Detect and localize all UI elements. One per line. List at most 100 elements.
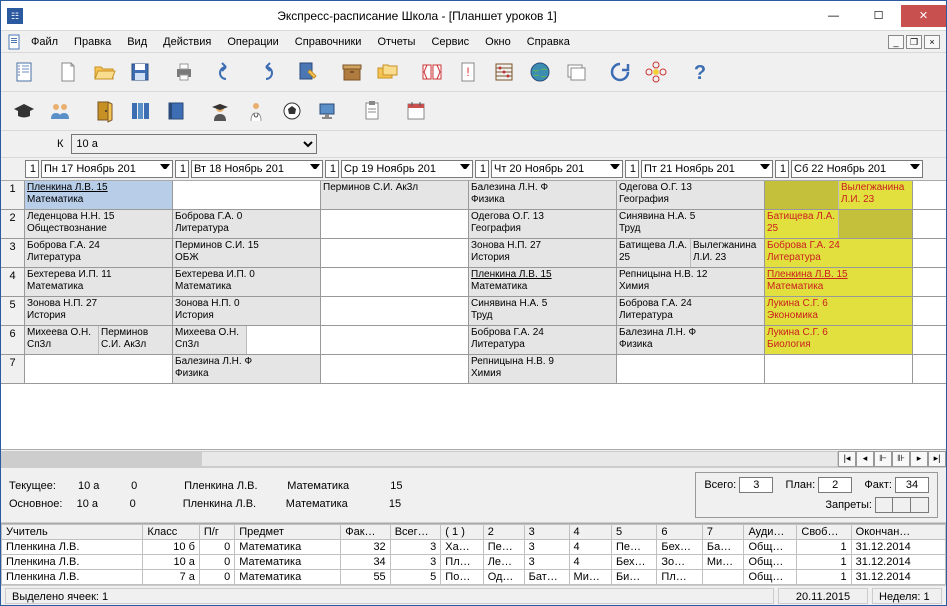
chevron-down-icon[interactable] bbox=[760, 164, 770, 174]
lesson-slot[interactable] bbox=[765, 181, 839, 209]
schedule-cell[interactable]: Батищева Л.А. 25Вылегжанина Л.И. 23 bbox=[617, 239, 765, 267]
new-icon[interactable] bbox=[51, 55, 85, 89]
table-header[interactable]: 4 bbox=[569, 525, 611, 540]
schedule-cell[interactable]: Боброва Г.А. 0Литература bbox=[173, 210, 321, 238]
lesson-slot[interactable]: Бехтерева И.П. 0Математика bbox=[173, 268, 320, 296]
lesson-slot[interactable] bbox=[321, 268, 468, 296]
scroll-next2-icon[interactable]: ⊪ bbox=[892, 451, 910, 467]
schedule-cell[interactable]: Пленкина Л.В. 15Математика bbox=[25, 181, 173, 209]
table-header[interactable]: 5 bbox=[611, 525, 656, 540]
lesson-slot[interactable]: Балезина Л.Н. ФФизика bbox=[617, 326, 764, 354]
day-date-picker-1[interactable]: Вт 18 Ноябрь 201 bbox=[191, 160, 323, 178]
schedule-cell[interactable]: Зонова Н.П. 0История bbox=[173, 297, 321, 325]
lesson-slot[interactable] bbox=[321, 326, 468, 354]
schedule-cell[interactable]: Боброва Г.А. 24Литература bbox=[765, 239, 913, 267]
day-num-input-4[interactable] bbox=[625, 160, 639, 178]
scroll-first-icon[interactable]: |◂ bbox=[838, 451, 856, 467]
menu-file-icon[interactable] bbox=[7, 34, 23, 50]
schedule-cell[interactable]: Балезина Л.Н. ФФизика bbox=[173, 355, 321, 383]
schedule-cell[interactable]: Вылегжанина Л.И. 23 bbox=[765, 181, 913, 209]
schedule-cell[interactable]: Зонова Н.П. 27История bbox=[469, 239, 617, 267]
table-header[interactable]: 6 bbox=[657, 525, 702, 540]
sports-icon[interactable] bbox=[275, 94, 309, 128]
window-icon[interactable] bbox=[559, 55, 593, 89]
open-icon[interactable] bbox=[87, 55, 121, 89]
lesson-slot[interactable]: Михеева О.Н. Сп3л bbox=[173, 326, 247, 354]
chevron-down-icon[interactable] bbox=[610, 164, 620, 174]
table-row[interactable]: Пленкина Л.В.7 а0Математика555По…Од…Бат…… bbox=[2, 570, 946, 585]
folders-icon[interactable] bbox=[371, 55, 405, 89]
notepad-icon[interactable] bbox=[7, 55, 41, 89]
chevron-down-icon[interactable] bbox=[310, 164, 320, 174]
lesson-slot[interactable]: Бехтерева И.П. 11Математика bbox=[25, 268, 172, 296]
lesson-slot[interactable]: Боброва Г.А. 24Литература bbox=[469, 326, 616, 354]
schedule-cell[interactable]: Боброва Г.А. 24Литература bbox=[25, 239, 173, 267]
schedule-cell[interactable]: Михеева О.Н. Сп3л bbox=[173, 326, 321, 354]
lesson-slot[interactable] bbox=[839, 210, 912, 238]
lesson-slot[interactable]: Зонова Н.П. 27История bbox=[469, 239, 616, 267]
lesson-slot[interactable]: Батищева Л.А. 25 bbox=[765, 210, 839, 238]
ban-cell-1[interactable] bbox=[875, 497, 893, 513]
schedule-cell[interactable]: Михеева О.Н. Сп3лПерминов С.И. Ак3л bbox=[25, 326, 173, 354]
day-num-input-1[interactable] bbox=[175, 160, 189, 178]
graduation-cap-icon[interactable] bbox=[7, 94, 41, 128]
edit-icon[interactable] bbox=[291, 55, 325, 89]
lesson-slot[interactable] bbox=[25, 355, 172, 383]
day-date-picker-4[interactable]: Пт 21 Ноябрь 201 bbox=[641, 160, 773, 178]
lesson-slot[interactable] bbox=[247, 326, 320, 354]
lesson-slot[interactable]: Леденцова Н.Н. 15Обществознание bbox=[25, 210, 172, 238]
scroll-prev-icon[interactable]: ◂ bbox=[856, 451, 874, 467]
books-icon[interactable] bbox=[123, 94, 157, 128]
maximize-button[interactable]: ☐ bbox=[856, 5, 901, 27]
lesson-slot[interactable]: Перминов С.И. Ак3л bbox=[99, 326, 172, 354]
lesson-slot[interactable] bbox=[617, 355, 764, 383]
schedule-cell[interactable]: Лукина С.Г. 6Биология bbox=[765, 326, 913, 354]
lesson-slot[interactable]: Одегова О.Г. 13География bbox=[469, 210, 616, 238]
lesson-slot[interactable]: Перминов С.И. Ак3л bbox=[321, 181, 468, 209]
chevron-down-icon[interactable] bbox=[910, 164, 920, 174]
mdi-restore-button[interactable]: ❐ bbox=[906, 35, 922, 49]
fact-field[interactable] bbox=[895, 477, 929, 493]
lesson-slot[interactable]: Репницына Н.В. 9Химия bbox=[469, 355, 616, 383]
schedule-cell[interactable]: Перминов С.И. Ак3л bbox=[321, 181, 469, 209]
clipboard-icon[interactable] bbox=[355, 94, 389, 128]
schedule-cell[interactable] bbox=[321, 239, 469, 267]
scroll-prev2-icon[interactable]: ⊩ bbox=[874, 451, 892, 467]
book-open-icon[interactable] bbox=[415, 55, 449, 89]
book-blue-icon[interactable] bbox=[159, 94, 193, 128]
table-header[interactable]: Ауди… bbox=[744, 525, 797, 540]
schedule-cell[interactable]: Пленкина Л.В. 15Математика bbox=[469, 268, 617, 296]
calendar-icon[interactable] bbox=[399, 94, 433, 128]
schedule-cell[interactable] bbox=[173, 181, 321, 209]
menu-5[interactable]: Справочники bbox=[287, 34, 370, 50]
lesson-slot[interactable]: Синявина Н.А. 5Труд bbox=[469, 297, 616, 325]
mdi-close-button[interactable]: × bbox=[924, 35, 940, 49]
undo-icon[interactable] bbox=[211, 55, 245, 89]
lesson-slot[interactable] bbox=[321, 239, 468, 267]
lesson-slot[interactable]: Синявина Н.А. 5Труд bbox=[617, 210, 764, 238]
schedule-cell[interactable]: Боброва Г.А. 24Литература bbox=[469, 326, 617, 354]
schedule-cell[interactable]: Зонова Н.П. 27История bbox=[25, 297, 173, 325]
lesson-slot[interactable]: Репницына Н.В. 12Химия bbox=[617, 268, 764, 296]
lesson-slot[interactable]: Балезина Л.Н. ФФизика bbox=[173, 355, 320, 383]
table-header[interactable]: ( 1 ) bbox=[441, 525, 483, 540]
menu-9[interactable]: Справка bbox=[519, 34, 578, 50]
scroll-last-icon[interactable]: ▸| bbox=[928, 451, 946, 467]
menu-4[interactable]: Операции bbox=[219, 34, 286, 50]
schedule-cell[interactable] bbox=[25, 355, 173, 383]
archive-icon[interactable] bbox=[335, 55, 369, 89]
mdi-minimize-button[interactable]: _ bbox=[888, 35, 904, 49]
help-icon[interactable]: ? bbox=[683, 55, 717, 89]
table-header[interactable]: Фак… bbox=[341, 525, 390, 540]
schedule-cell[interactable] bbox=[617, 355, 765, 383]
menu-1[interactable]: Правка bbox=[66, 34, 119, 50]
day-num-input-3[interactable] bbox=[475, 160, 489, 178]
ban-cell-2[interactable] bbox=[893, 497, 911, 513]
save-icon[interactable] bbox=[123, 55, 157, 89]
lesson-slot[interactable]: Лукина С.Г. 6Биология bbox=[765, 326, 912, 354]
schedule-cell[interactable] bbox=[321, 297, 469, 325]
lesson-slot[interactable] bbox=[173, 181, 320, 209]
chevron-down-icon[interactable] bbox=[460, 164, 470, 174]
grid-hscroll[interactable]: |◂ ◂ ⊩ ⊪ ▸ ▸| bbox=[1, 449, 946, 467]
lesson-slot[interactable]: Боброва Г.А. 24Литература bbox=[617, 297, 764, 325]
